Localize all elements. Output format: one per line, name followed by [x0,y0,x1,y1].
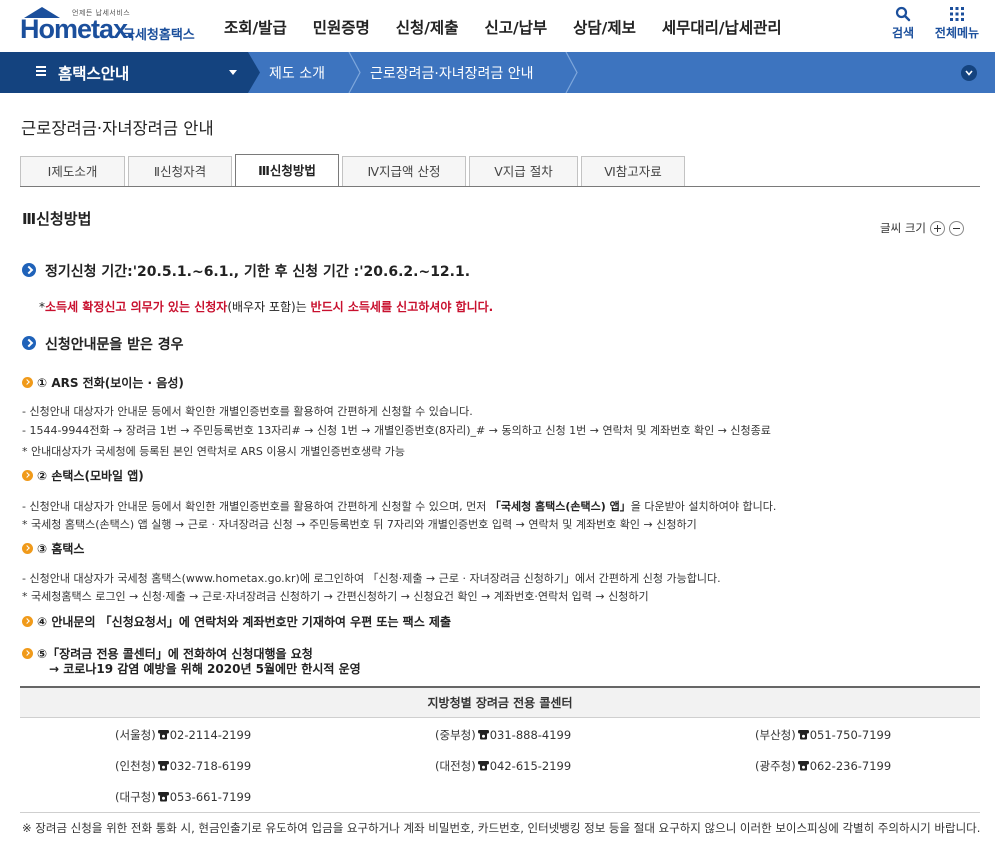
section-dropdown[interactable]: 홈택스안내 [0,52,248,93]
phone-icon [477,761,489,771]
method-mail-title: ④ 안내문의 「신청요청서」에 연락처와 계좌번호만 기재하여 우편 또는 팩스… [37,615,452,629]
orange-bullet-icon [22,616,33,627]
method-hometax-line: - 신청안내 대상자가 국세청 홈택스(www.hometax.go.kr)에 … [22,572,721,585]
tab-application-method[interactable]: Ⅲ신청방법 [235,154,339,187]
table-bottom-border [20,812,980,813]
method-ars-line: * 안내대상자가 국세청에 등록된 본인 연락처로 ARS 이용시 개별인증번호… [22,445,405,458]
tab-bar: Ⅰ제도소개 Ⅱ신청자격 Ⅲ신청방법 Ⅳ지급액 산정 Ⅴ지급 절차 Ⅵ참고자료 [20,154,688,187]
phone-icon [797,761,809,771]
breadcrumb-bar: 홈택스안내 제도 소개 근로장려금·자녀장려금 안내 [0,52,995,93]
font-increase-icon[interactable] [929,220,945,236]
orange-bullet-icon [22,648,33,659]
arrow-bullet-icon [22,336,36,350]
search-button[interactable]: 검색 [878,6,928,46]
tab-system-intro[interactable]: Ⅰ제도소개 [20,156,125,187]
logo-brand: Hometax. [20,14,135,44]
expand-button[interactable] [961,65,977,81]
orange-bullet-icon [22,543,33,554]
tab-underline [20,186,980,187]
hamburger-icon [36,66,46,76]
gnb-item-agent[interactable]: 세무대리/납세관리 [662,16,782,40]
breadcrumb-separator-icon [348,52,361,93]
method-sontax-line: * 국세청 홈택스(손택스) 앱 실행 → 근로 · 자녀장려금 신청 → 주민… [22,518,697,531]
page-title: 근로장려금·자녀장려금 안내 [21,119,214,138]
logo-org: 국세청홈택스 [123,28,195,43]
method-ars-title: ① ARS 전화(보이는 · 음성) [37,376,184,390]
tab-references[interactable]: Ⅵ참고자료 [581,156,685,187]
method-sontax-line: - 신청안내 대상자가 안내문 등에서 확인한 개별인증번호를 활용하여 간편하… [22,500,777,513]
phone-icon [477,730,489,740]
font-size-control: 글씨 크기 [880,220,964,236]
gnb-item-certificate[interactable]: 민원증명 [313,16,370,40]
breadcrumb-separator-icon [565,52,578,93]
breadcrumb-separator-icon [248,52,260,93]
method-hometax-title: ③ 홈택스 [37,542,85,556]
call-center-incheon: (인천청) 032-718-6199 [115,759,252,773]
tab-amount-calc[interactable]: Ⅳ지급액 산정 [342,156,466,187]
notice-heading: 신청안내문을 받은 경우 [45,337,184,353]
tab-payment-process[interactable]: Ⅴ지급 절차 [469,156,578,187]
method-callcenter-sub: → 코로나19 감염 예방을 위해 2020년 5월에만 한시적 운영 [49,662,361,676]
orange-bullet-icon [22,377,33,388]
gnb-item-application[interactable]: 신청/제출 [396,16,459,40]
method-sontax-title: ② 손택스(모바일 앱) [37,469,144,483]
gnb-item-inquiry[interactable]: 조회/발급 [224,16,287,40]
search-icon [895,6,911,22]
voice-phishing-warning: ※ 장려금 신청을 위한 전화 통화 시, 현금인출기로 유도하여 입금을 요구… [22,821,981,835]
call-center-jungbu: (중부청) 031-888-4199 [435,728,572,742]
phone-icon [157,761,169,771]
call-center-gwangju: (광주청) 062-236-7199 [755,759,892,773]
breadcrumb-item-system[interactable]: 제도 소개 [269,63,325,83]
gnb-item-report-payment[interactable]: 신고/납부 [484,16,547,40]
all-menu-label: 전체메뉴 [934,26,980,40]
caret-down-icon [229,70,237,75]
call-center-daegu: (대구청) 053-661-7199 [115,790,252,804]
section-heading: Ⅲ신청방법 [22,210,92,228]
call-center-busan: (부산청) 051-750-7199 [755,728,892,742]
arrow-bullet-icon [22,263,36,277]
method-ars-line: - 1544-9944전화 → 장려금 1번 → 주민등록번호 13자리# → … [22,424,771,437]
call-center-table-heading: 지방청별 장려금 전용 콜센터 [20,688,980,718]
call-center-daejeon: (대전청) 042-615-2199 [435,759,572,773]
hometax-logo[interactable]: 언제든 납세서비스 Hometax. 국세청홈택스 [20,5,210,47]
all-menu-button[interactable]: 전체메뉴 [932,6,982,46]
top-header: 언제든 납세서비스 Hometax. 국세청홈택스 조회/발급 민원증명 신청/… [0,0,995,52]
application-period: 정기신청 기간:'20.5.1.~6.1., 기한 후 신청 기간 :'20.6… [45,264,471,280]
breadcrumb-item-current[interactable]: 근로장려금·자녀장려금 안내 [370,63,533,83]
phone-icon [797,730,809,740]
method-ars-line: - 신청안내 대상자가 안내문 등에서 확인한 개별인증번호를 활용하여 간편하… [22,405,473,418]
global-nav: 조회/발급 민원증명 신청/제출 신고/납부 상담/제보 세무대리/납세관리 [224,16,808,40]
call-center-seoul: (서울청) 02-2114-2199 [115,728,252,742]
grid-menu-icon [950,7,964,21]
chevron-down-icon [965,70,973,76]
gnb-item-consulting[interactable]: 상담/제보 [573,16,636,40]
font-size-label: 글씨 크기 [880,221,926,235]
method-hometax-line: * 국세청홈택스 로그인 → 신청·제출 → 근로·자녀장려금 신청하기 → 간… [22,590,649,603]
phone-icon [157,730,169,740]
tax-filing-note: *소득세 확정신고 의무가 있는 신청자(배우자 포함)는 반드시 소득세를 신… [39,300,494,314]
font-decrease-icon[interactable] [948,220,964,236]
orange-bullet-icon [22,470,33,481]
section-title: 홈택스안내 [58,65,130,83]
tab-eligibility[interactable]: Ⅱ신청자격 [128,156,232,187]
phone-icon [157,792,169,802]
search-label: 검색 [891,26,915,40]
